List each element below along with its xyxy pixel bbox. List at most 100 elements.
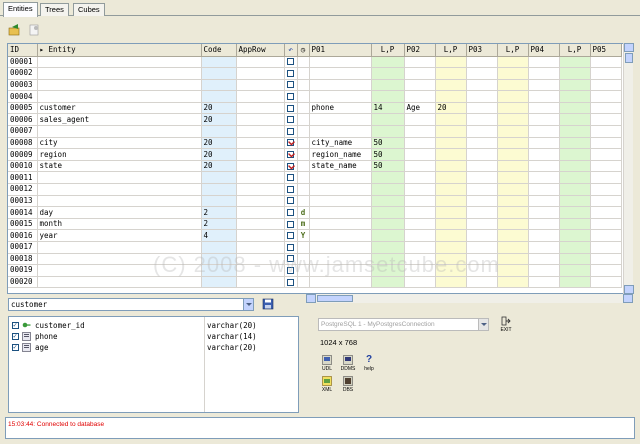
cell-lp2[interactable] — [435, 113, 467, 127]
cell-sym[interactable] — [297, 241, 310, 254]
table-row[interactable]: 00015 month 2 m — [8, 218, 622, 231]
cell-id[interactable]: 00015 — [8, 218, 38, 231]
cell-p05[interactable] — [590, 264, 622, 277]
approw-checkbox[interactable] — [287, 93, 294, 101]
cell-id[interactable]: 00018 — [8, 253, 38, 266]
cell-p02[interactable] — [404, 276, 436, 289]
cell-p04[interactable] — [528, 102, 560, 115]
cell-p05[interactable] — [590, 206, 622, 219]
cell-p03[interactable] — [466, 90, 498, 103]
cell-lp3[interactable] — [497, 137, 529, 150]
cell-lp1[interactable] — [371, 67, 405, 80]
cell-code[interactable]: 20 — [201, 160, 237, 173]
cell-lp1[interactable] — [371, 195, 405, 208]
cell-p01[interactable] — [309, 79, 372, 92]
cell-sym[interactable] — [297, 195, 310, 208]
cell-sym[interactable]: m — [297, 218, 310, 231]
cell-lp3[interactable] — [497, 148, 529, 161]
cell-lp1[interactable] — [371, 241, 405, 254]
table-row[interactable]: 00020 — [8, 276, 622, 289]
cell-p04[interactable] — [528, 218, 560, 231]
cell-p03[interactable] — [466, 206, 498, 219]
cell-sym[interactable] — [297, 148, 310, 161]
cell-id[interactable]: 00014 — [8, 206, 38, 219]
cell-approw[interactable] — [236, 137, 285, 150]
cell-sym[interactable] — [297, 56, 310, 69]
cell-code[interactable] — [201, 90, 237, 103]
col-header-p01[interactable]: P01 — [309, 44, 372, 57]
cell-entity[interactable]: sales_agent — [37, 113, 202, 127]
cell-p03[interactable] — [466, 113, 498, 127]
cell-p01[interactable] — [309, 56, 372, 69]
cell-entity[interactable] — [37, 183, 202, 196]
col-header-lp2[interactable]: L,P — [435, 44, 467, 57]
approw-checkbox[interactable] — [287, 243, 294, 251]
cell-check[interactable] — [284, 160, 298, 173]
cell-p04[interactable] — [528, 148, 560, 161]
cell-lp3[interactable] — [497, 183, 529, 196]
cell-entity[interactable]: year — [37, 229, 202, 242]
cell-check[interactable] — [284, 276, 298, 289]
cell-p05[interactable] — [590, 102, 622, 115]
cell-p05[interactable] — [590, 218, 622, 231]
cell-sym[interactable] — [297, 171, 310, 185]
cell-p01[interactable] — [309, 67, 372, 80]
cell-p03[interactable] — [466, 183, 498, 196]
cell-id[interactable]: 00006 — [8, 113, 38, 127]
cell-sym[interactable]: Y — [297, 229, 310, 242]
chevron-down-icon[interactable] — [243, 299, 253, 310]
cell-p03[interactable] — [466, 276, 498, 289]
cell-p02[interactable]: Age — [404, 102, 436, 115]
cell-approw[interactable] — [236, 160, 285, 173]
cell-lp1[interactable]: 50 — [371, 160, 405, 173]
cell-entity[interactable]: customer — [37, 102, 202, 115]
cell-p02[interactable] — [404, 137, 436, 150]
cell-approw[interactable] — [236, 67, 285, 80]
approw-checkbox[interactable] — [287, 266, 294, 274]
cell-p02[interactable] — [404, 90, 436, 103]
field-checkbox[interactable] — [12, 331, 19, 342]
cell-lp3[interactable] — [497, 79, 529, 92]
cell-p05[interactable] — [590, 229, 622, 242]
cell-check[interactable] — [284, 90, 298, 103]
cell-id[interactable]: 00010 — [8, 160, 38, 173]
table-row[interactable]: 00010 state 20 state_name 50 — [8, 160, 622, 173]
xml-button[interactable]: XML — [318, 376, 336, 398]
table-row[interactable]: 00019 — [8, 264, 622, 277]
udl-button[interactable]: UDL — [318, 355, 336, 377]
cell-lp2[interactable] — [435, 56, 467, 69]
cell-lp3[interactable] — [497, 160, 529, 173]
cell-p04[interactable] — [528, 183, 560, 196]
cell-lp4[interactable] — [559, 206, 591, 219]
cell-code[interactable]: 20 — [201, 113, 237, 127]
cell-approw[interactable] — [236, 125, 285, 138]
help-button[interactable]: ? help — [360, 355, 378, 377]
cell-check[interactable] — [284, 79, 298, 92]
cell-p02[interactable] — [404, 171, 436, 185]
cell-lp4[interactable] — [559, 125, 591, 138]
cell-p04[interactable] — [528, 264, 560, 277]
table-row[interactable]: 00017 — [8, 241, 622, 254]
cell-sym[interactable] — [297, 160, 310, 173]
cell-p04[interactable] — [528, 56, 560, 69]
field-checkbox[interactable] — [12, 320, 19, 331]
cell-p01[interactable] — [309, 276, 372, 289]
cell-sym[interactable] — [297, 90, 310, 103]
cell-lp3[interactable] — [497, 171, 529, 185]
cell-p02[interactable] — [404, 125, 436, 138]
cell-p04[interactable] — [528, 229, 560, 242]
table-row[interactable]: 00004 — [8, 90, 622, 103]
cell-p03[interactable] — [466, 253, 498, 266]
cell-p01[interactable]: phone — [309, 102, 372, 115]
scroll-up-arrow[interactable] — [624, 43, 634, 52]
cell-check[interactable] — [284, 218, 298, 231]
cell-code[interactable] — [201, 195, 237, 208]
cell-entity[interactable]: day — [37, 206, 202, 219]
cell-p01[interactable] — [309, 195, 372, 208]
cell-lp1[interactable] — [371, 218, 405, 231]
grid-horizontal-scrollbar[interactable] — [306, 294, 633, 303]
connection-select[interactable]: PostgreSQL 1 - MyPostgresConnection — [318, 318, 489, 331]
cell-p04[interactable] — [528, 241, 560, 254]
col-header-lp3[interactable]: L,P — [497, 44, 529, 57]
cell-p02[interactable] — [404, 264, 436, 277]
